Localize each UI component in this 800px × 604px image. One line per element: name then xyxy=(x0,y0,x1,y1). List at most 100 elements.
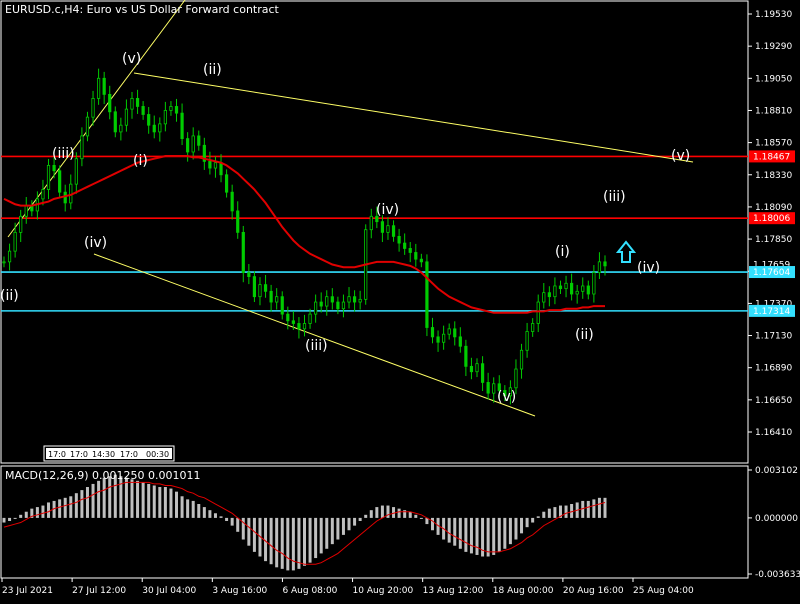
candle-body xyxy=(542,292,546,303)
macd-bar xyxy=(191,500,195,518)
candle-body xyxy=(603,261,607,267)
macd-bar xyxy=(297,517,301,569)
macd-bar xyxy=(119,476,123,518)
candle-body xyxy=(319,301,323,307)
macd-bar xyxy=(336,517,340,540)
macd-bar xyxy=(358,517,362,521)
candle-body xyxy=(325,296,329,307)
candle-body xyxy=(425,261,429,328)
macd-bar xyxy=(102,477,106,518)
candle-body xyxy=(336,301,340,310)
trading-chart[interactable]: (ii) (iii) (iv) (v) (i) (ii) (iii) (iv) (v) (i) (i… xyxy=(0,0,800,600)
candle-body xyxy=(558,285,563,290)
time-tick-label: 25 Aug 04:00 xyxy=(633,586,694,596)
candle-body xyxy=(124,108,129,126)
candle-body xyxy=(453,328,457,338)
candle-body xyxy=(275,296,279,303)
macd-bar xyxy=(280,517,284,569)
price-tick-label: 1.16410 xyxy=(755,428,792,438)
chart-canvas[interactable]: (ii) (iii) (iv) (v) (i) (ii) (iii) (iv) (v) (i) (i… xyxy=(0,0,800,600)
macd-bar xyxy=(380,505,384,518)
candle-body xyxy=(224,174,229,193)
macd-bar xyxy=(503,517,507,549)
macd-bar xyxy=(147,483,151,518)
price-tick-label: 1.17130 xyxy=(755,332,792,342)
candle-body xyxy=(135,98,140,107)
candle-body xyxy=(570,282,574,295)
candle-body xyxy=(369,215,373,231)
macd-bar xyxy=(364,514,368,518)
wave-label: (ii) xyxy=(203,62,222,78)
wave-label: (i) xyxy=(555,244,570,260)
candle-body xyxy=(358,298,362,303)
price-tick-label: 1.18330 xyxy=(755,171,792,181)
candle-body xyxy=(525,331,529,351)
time-tick-label: 20 Aug 16:00 xyxy=(563,586,624,596)
candle-body xyxy=(74,158,78,185)
macd-bar xyxy=(542,511,546,518)
candle-body xyxy=(575,290,579,295)
price-tag-label: 1.17604 xyxy=(753,268,790,278)
price-tick-label: 1.18570 xyxy=(755,139,792,149)
candle-body xyxy=(447,328,451,335)
macd-bar xyxy=(175,491,179,518)
candle-body xyxy=(408,248,412,253)
candle-body xyxy=(174,106,179,114)
macd-label: MACD(12,26,9) 0.001250 0.001011 xyxy=(5,469,201,482)
candle-body xyxy=(191,135,195,153)
candle-body xyxy=(41,189,45,200)
macd-bar xyxy=(514,517,518,540)
candle-body xyxy=(91,98,95,118)
macd-tick-label: -0.003633 xyxy=(755,570,800,580)
candle-body xyxy=(419,258,423,263)
macd-bar xyxy=(180,496,184,518)
macd-bar xyxy=(19,514,23,518)
candle-body xyxy=(397,235,401,244)
macd-bar xyxy=(202,507,206,518)
macd-bar xyxy=(592,499,596,518)
time-tick-label: 13 Aug 12:00 xyxy=(423,586,484,596)
macd-bar xyxy=(91,483,95,518)
wave-label: (iv) xyxy=(84,235,107,251)
macd-bar xyxy=(291,517,295,571)
date-box-label: 17:0 xyxy=(70,450,88,459)
macd-bar xyxy=(603,497,607,518)
macd-bar xyxy=(213,513,217,518)
candle-body xyxy=(197,135,201,146)
candle-body xyxy=(163,110,167,125)
candle-body xyxy=(247,272,251,277)
candle-body xyxy=(263,284,268,292)
candle-body xyxy=(219,162,223,176)
candle-body xyxy=(169,106,173,111)
date-box-label: 14:30 xyxy=(92,450,115,459)
macd-bar xyxy=(41,505,45,518)
candle-body xyxy=(113,111,117,133)
candle-body xyxy=(141,106,145,115)
candle-body xyxy=(158,123,162,133)
wave-label: (v) xyxy=(122,51,141,67)
candle-body xyxy=(297,323,301,330)
macd-bar xyxy=(597,497,601,518)
macd-bar xyxy=(464,517,468,552)
candle-body xyxy=(213,162,218,169)
macd-bar xyxy=(63,497,67,518)
candle-body xyxy=(553,285,557,298)
macd-bar xyxy=(330,517,334,545)
time-tick-label: 6 Aug 08:00 xyxy=(282,586,337,596)
candle-body xyxy=(97,77,101,99)
time-tick-label: 18 Aug 00:00 xyxy=(493,586,554,596)
wave-label: (i) xyxy=(133,153,148,169)
macd-bar xyxy=(547,508,551,518)
candle-body xyxy=(458,336,462,347)
macd-bar xyxy=(553,507,557,518)
macd-bar xyxy=(141,482,145,518)
macd-bar xyxy=(508,517,512,545)
macd-bar xyxy=(58,499,62,518)
macd-bar xyxy=(169,488,173,518)
macd-bar xyxy=(303,517,306,566)
candle-body xyxy=(152,124,156,133)
price-tick-label: 1.19290 xyxy=(755,42,792,52)
macd-bar xyxy=(458,517,462,549)
candle-body xyxy=(430,327,435,338)
candle-body xyxy=(24,205,28,217)
